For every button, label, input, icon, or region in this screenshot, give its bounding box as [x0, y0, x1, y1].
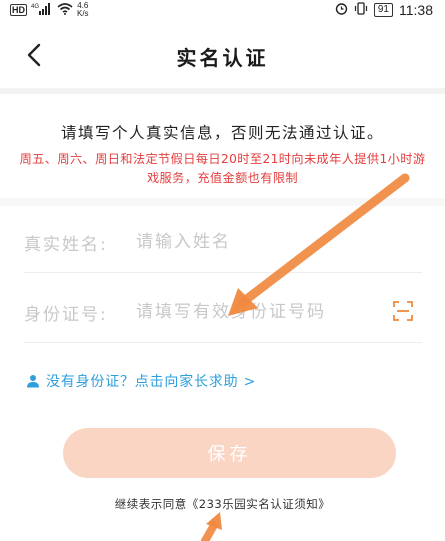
wifi-icon	[57, 2, 73, 18]
agreement-line: 继续表示同意《233乐园实名认证须知》	[0, 496, 445, 512]
section-divider	[0, 198, 445, 206]
parent-help-text: 没有身份证？点击向家长求助 >	[46, 374, 257, 390]
save-button[interactable]: 保存	[63, 428, 396, 478]
minor-restriction-notice: 周五、周六、周日和法定节假日每日20时至21时向未成年人提供1小时游戏服务，充值…	[19, 152, 426, 185]
speed-unit: K/s	[77, 9, 89, 18]
hd-badge: HD	[10, 4, 27, 16]
name-input[interactable]	[136, 224, 386, 260]
name-field-row: 真实姓名:	[24, 212, 422, 273]
id-number-input[interactable]	[136, 294, 386, 330]
network-speed: 4.6 K/s	[77, 2, 89, 18]
page-title: 实名认证	[176, 46, 269, 70]
user-icon	[27, 375, 39, 388]
clock: 11:38	[399, 2, 433, 18]
agreement-link[interactable]: 《233乐园实名认证须知》	[187, 497, 330, 511]
alarm-icon	[335, 2, 348, 18]
scan-icon[interactable]	[392, 300, 414, 322]
nav-bar: 实名认证	[0, 32, 445, 78]
agreement-prefix: 继续表示同意	[114, 497, 187, 511]
status-right: 91 11:38	[335, 2, 433, 18]
status-bar: HD 4G 4.6 K/s 91 11:38	[0, 0, 445, 22]
vibrate-icon	[354, 2, 368, 18]
parent-help-link[interactable]: 没有身份证？点击向家长求助 >	[26, 371, 256, 391]
id-label: 身份证号:	[24, 305, 108, 325]
notice-text: 请填写个人真实信息，否则无法通过认证。	[60, 124, 384, 142]
network-type: 4G	[31, 4, 39, 10]
id-field-row: 身份证号:	[24, 282, 422, 343]
status-left: HD 4G 4.6 K/s	[10, 2, 89, 18]
name-label: 真实姓名:	[24, 235, 108, 255]
header-divider	[0, 88, 445, 94]
signal-icon: 4G	[31, 2, 53, 18]
battery-indicator: 91	[373, 3, 393, 17]
annotation-arrow-bottom-icon	[201, 512, 222, 541]
